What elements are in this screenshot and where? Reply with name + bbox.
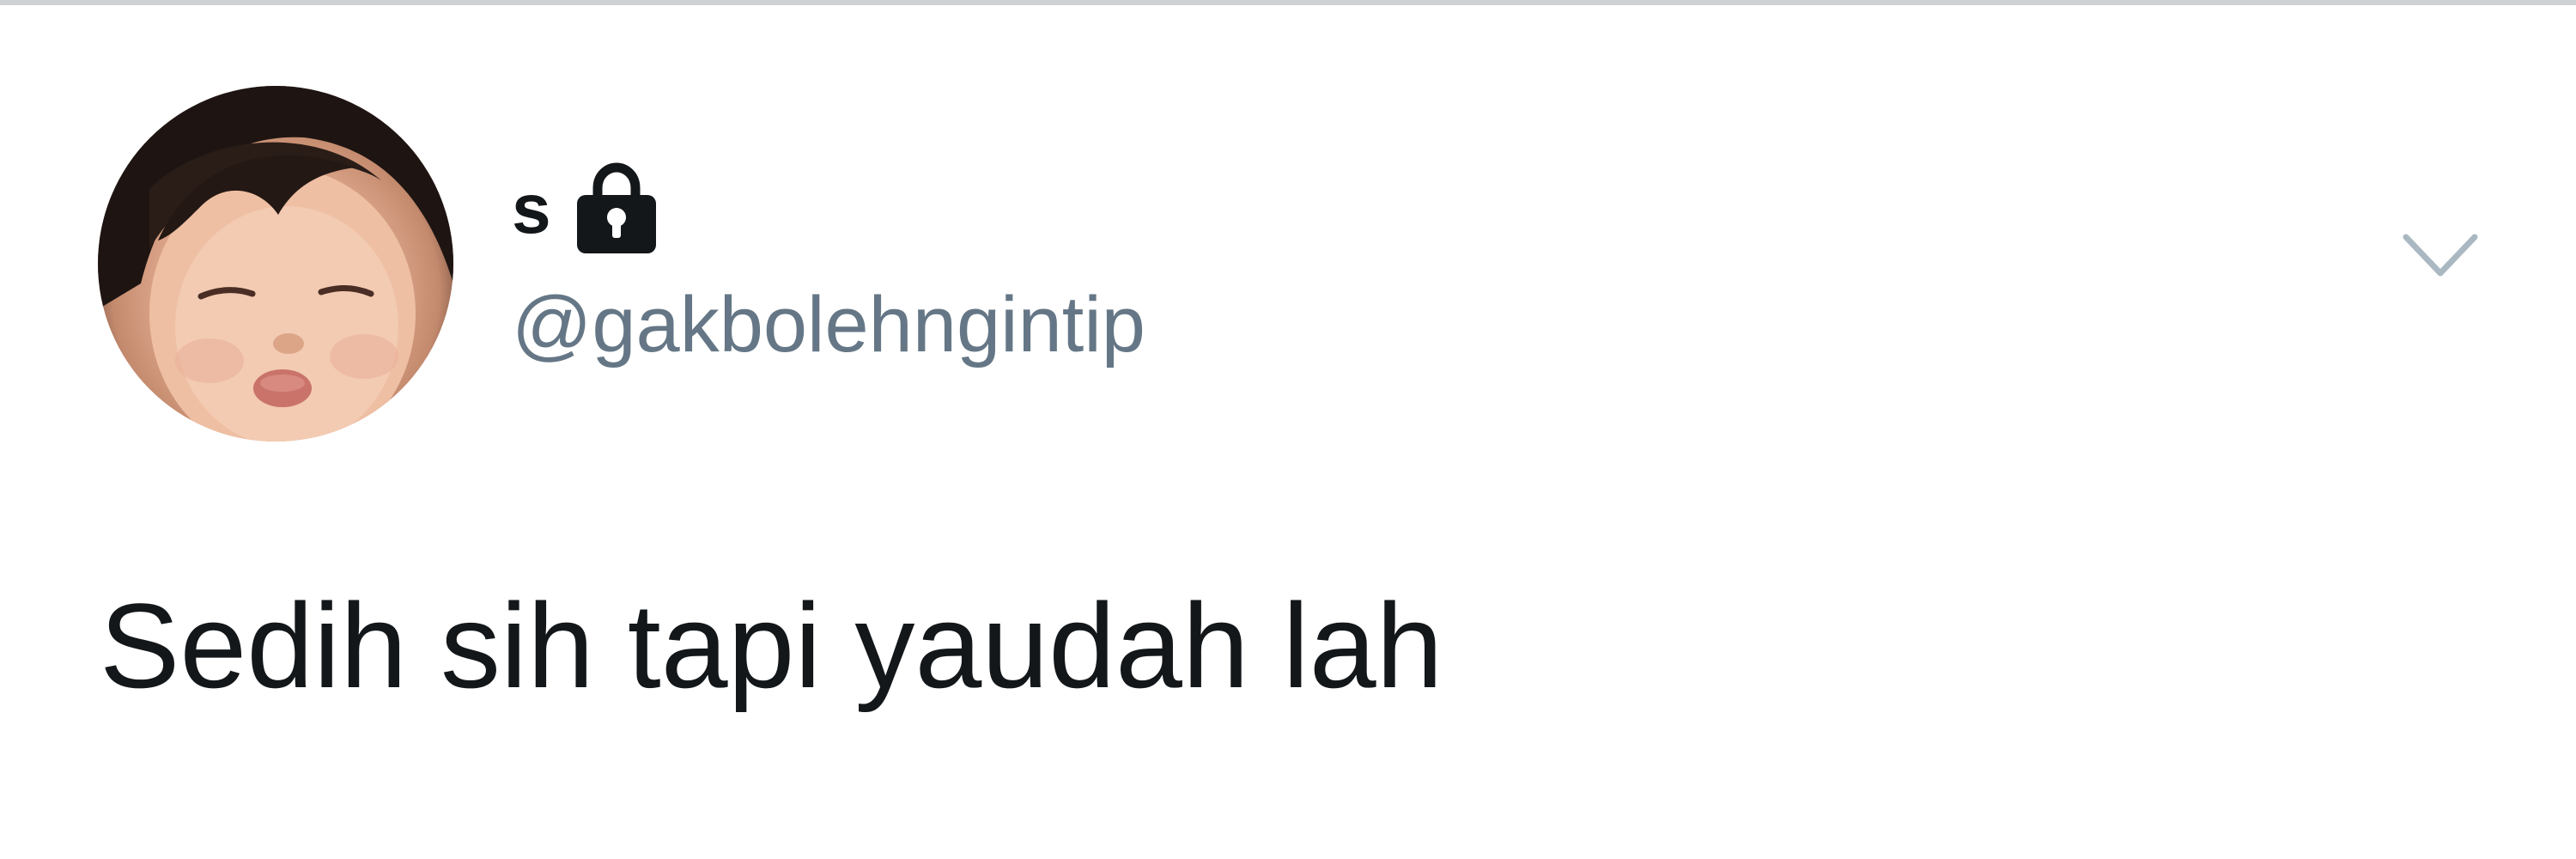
avatar[interactable] [98,86,453,442]
chevron-down-icon[interactable] [2401,230,2480,282]
avatar-photo [98,86,453,442]
user-handle[interactable]: @gakbolehngintip [512,285,1145,364]
display-name[interactable]: s [512,174,551,245]
tweet-text: Sedih sih tapi yaudah lah [100,578,1443,713]
author-name-row: s [512,162,661,253]
tweet-card: s @gakbolehngintip Sedih sih tapi yaudah… [0,5,2576,859]
lock-icon [572,162,661,257]
